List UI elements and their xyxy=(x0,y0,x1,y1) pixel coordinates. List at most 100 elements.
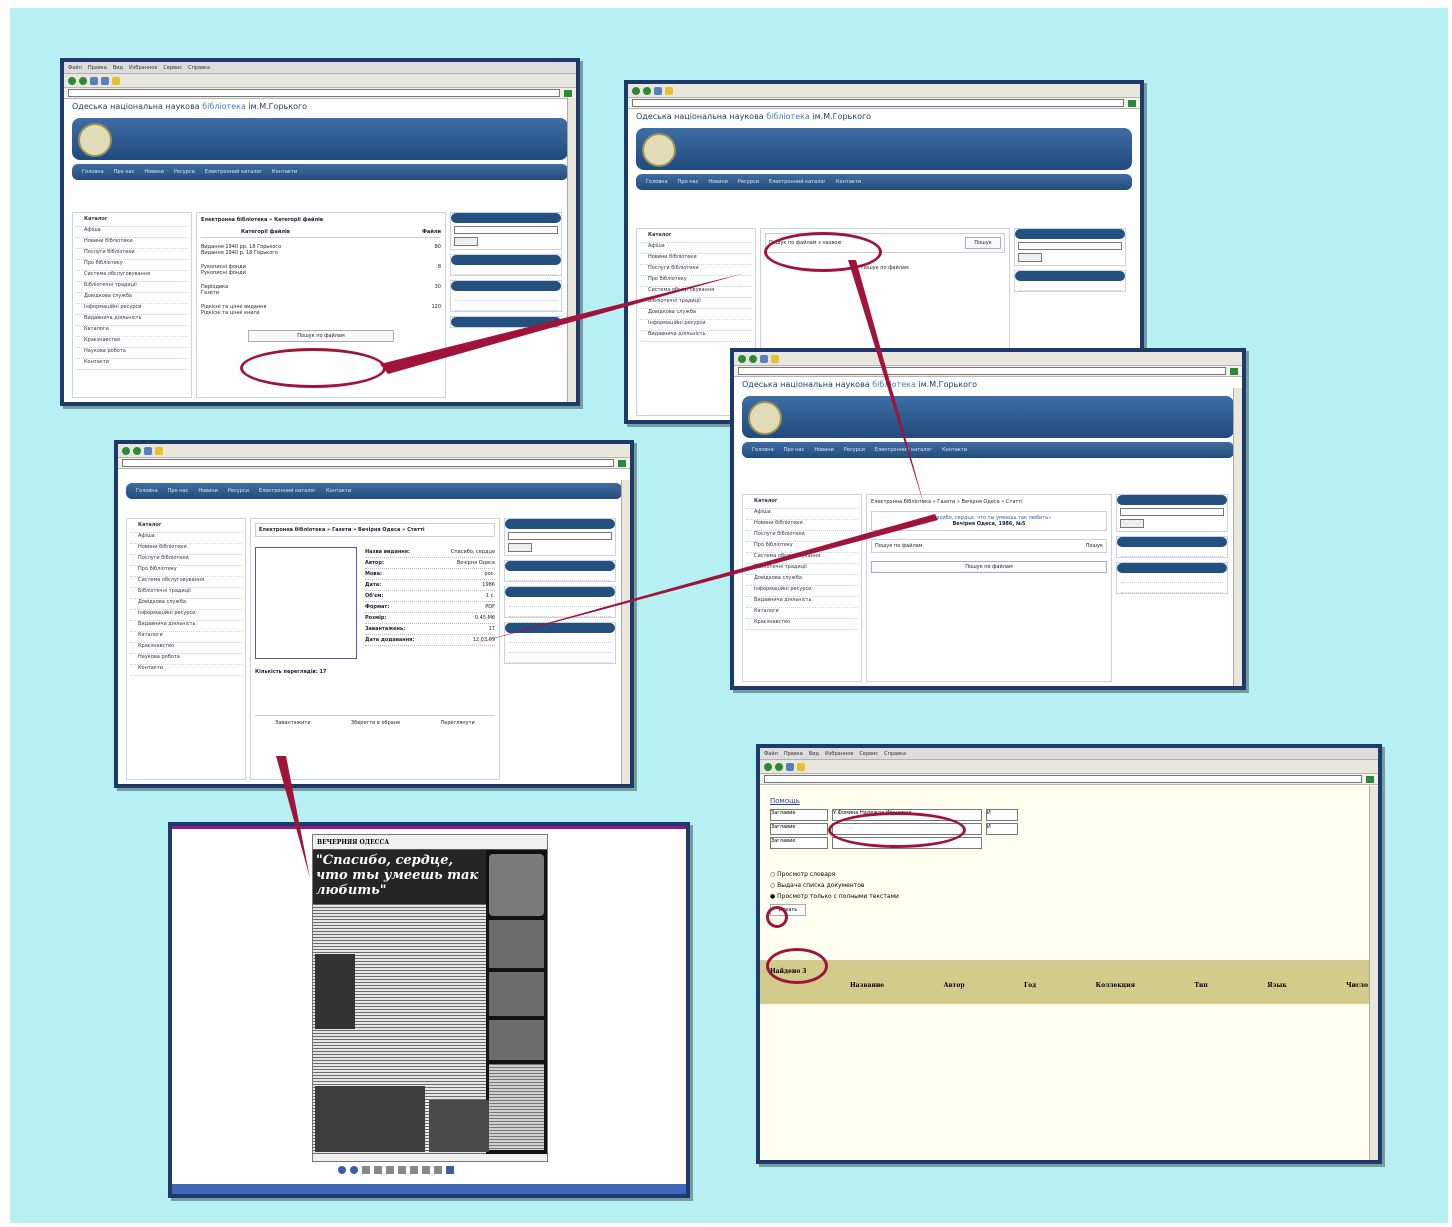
sidebar-item[interactable]: Каталоги xyxy=(76,326,188,337)
viewer-tool-icon[interactable] xyxy=(350,1166,358,1174)
sidebar-item[interactable]: Довідкова служба xyxy=(746,575,858,586)
sidebar-item[interactable]: Система обслуговування xyxy=(746,553,858,564)
search-input[interactable] xyxy=(1120,508,1224,516)
col-header[interactable]: Тип xyxy=(1194,982,1207,989)
sidebar-item[interactable]: Система обслуговування xyxy=(130,577,242,588)
nav-item[interactable]: Про нас xyxy=(784,447,805,453)
sidebar-item[interactable]: Каталог xyxy=(76,216,188,227)
refresh-icon[interactable] xyxy=(786,762,794,771)
viewer-tool-icon[interactable] xyxy=(446,1166,454,1174)
nav-item[interactable]: Електронний каталог xyxy=(259,488,316,494)
menu-item[interactable]: Справка xyxy=(188,65,210,71)
address-input[interactable] xyxy=(738,367,1226,375)
menu-item[interactable]: Сервис xyxy=(163,65,182,71)
nav-item[interactable]: Новини xyxy=(144,169,164,175)
favorites-icon[interactable] xyxy=(112,76,120,85)
go-icon[interactable] xyxy=(1366,775,1374,783)
forward-icon[interactable] xyxy=(79,76,87,85)
refresh-icon[interactable] xyxy=(144,446,152,455)
menu-item[interactable]: Вид xyxy=(809,751,819,757)
search-input[interactable] xyxy=(1018,242,1122,250)
scrollbar[interactable] xyxy=(1369,786,1378,1160)
sidebar-item[interactable]: Видавнича діяльність xyxy=(640,331,752,342)
forward-icon[interactable] xyxy=(749,354,757,363)
nav-item[interactable]: Новини xyxy=(198,488,218,494)
nav-item[interactable]: Головна xyxy=(136,488,158,494)
nav-item[interactable]: Про нас xyxy=(114,169,135,175)
sidebar-item[interactable]: Видавнича діяльність xyxy=(76,315,188,326)
viewer-tool-icon[interactable] xyxy=(386,1166,394,1174)
search-button[interactable] xyxy=(1120,519,1144,528)
address-input[interactable] xyxy=(122,459,614,467)
sidebar-item[interactable]: Каталог xyxy=(746,498,858,509)
field-select[interactable]: Заглавие xyxy=(770,837,828,849)
back-icon[interactable] xyxy=(632,86,640,95)
sidebar-item[interactable]: Наукова робота xyxy=(76,348,188,359)
go-icon[interactable] xyxy=(1230,367,1238,375)
nav-item[interactable]: Головна xyxy=(646,179,668,185)
scrollbar[interactable] xyxy=(1233,388,1242,686)
sidebar-item[interactable]: Каталоги xyxy=(130,632,242,643)
viewer-tool-icon[interactable] xyxy=(422,1166,430,1174)
nav-item[interactable]: Ресурси xyxy=(738,179,759,185)
search-input[interactable] xyxy=(454,226,558,234)
sidebar-item[interactable]: Афіша xyxy=(76,227,188,238)
menu-item[interactable]: Файл xyxy=(764,751,778,757)
favorites-icon[interactable] xyxy=(155,446,163,455)
table-row[interactable]: Періодика Газети 30 xyxy=(201,284,441,296)
field-select[interactable]: Заглавие xyxy=(770,809,828,821)
sidebar-item[interactable]: Каталоги xyxy=(746,608,858,619)
favorites-icon[interactable] xyxy=(797,762,805,771)
col-header[interactable]: Язык xyxy=(1267,982,1286,989)
viewer-tool-icon[interactable] xyxy=(374,1166,382,1174)
file-search-submit[interactable]: Пошук xyxy=(965,237,1001,249)
col-header[interactable]: Число xyxy=(1346,982,1368,989)
sidebar-item[interactable]: Новини бібліотеки xyxy=(76,238,188,249)
table-row[interactable]: Рукописні фонди Рукописні фонди 8 xyxy=(201,264,441,276)
sidebar-item[interactable]: Бібліотечні традиції xyxy=(76,282,188,293)
col-header[interactable]: Коллекция xyxy=(1096,982,1135,989)
menu-item[interactable]: Файл xyxy=(68,65,82,71)
refresh-icon[interactable] xyxy=(654,86,662,95)
col-header[interactable]: Название xyxy=(850,982,884,989)
search-button[interactable] xyxy=(508,543,532,552)
nav-item[interactable]: Головна xyxy=(752,447,774,453)
option-radio[interactable]: ● Просмотр только с полными текстами xyxy=(770,893,1368,900)
nav-item[interactable]: Про нас xyxy=(678,179,699,185)
stop-icon[interactable] xyxy=(90,76,98,85)
nav-item[interactable]: Ресурси xyxy=(228,488,249,494)
sidebar-item[interactable]: Інформаційні ресурси xyxy=(130,610,242,621)
search-input[interactable] xyxy=(508,532,612,540)
add-favorite-link[interactable]: Зберегти в обране xyxy=(351,720,400,726)
address-input[interactable] xyxy=(632,99,1124,107)
sidebar-item[interactable]: Система обслуговування xyxy=(640,287,752,298)
sidebar-item[interactable]: Інформаційні ресурси xyxy=(76,304,188,315)
nav-item[interactable]: Ресурси xyxy=(844,447,865,453)
sidebar-item[interactable]: Довідкова служба xyxy=(76,293,188,304)
viewer-tool-icon[interactable] xyxy=(434,1166,442,1174)
sidebar-item[interactable]: Контакти xyxy=(76,359,188,370)
sidebar-item[interactable]: Афіша xyxy=(640,243,752,254)
search-button[interactable] xyxy=(1018,253,1042,262)
help-link[interactable]: Помощь xyxy=(770,797,1368,805)
sidebar-item[interactable]: Афіша xyxy=(746,509,858,520)
search-button[interactable] xyxy=(454,237,478,246)
download-link[interactable]: Завантажити xyxy=(275,720,310,726)
viewer-tool-icon[interactable] xyxy=(398,1166,406,1174)
menu-item[interactable]: Вид xyxy=(113,65,123,71)
go-icon[interactable] xyxy=(1128,99,1136,107)
sidebar-item[interactable]: Про бібліотеку xyxy=(76,260,188,271)
menu-item[interactable]: Сервис xyxy=(859,751,878,757)
sidebar-item[interactable]: Інформаційні ресурси xyxy=(640,320,752,331)
view-link[interactable]: Переглянути xyxy=(441,720,475,726)
sidebar-item[interactable]: Система обслуговування xyxy=(76,271,188,282)
sidebar-item[interactable]: Наукова робота xyxy=(130,654,242,665)
sidebar-item[interactable]: Інформаційні ресурси xyxy=(746,586,858,597)
back-icon[interactable] xyxy=(764,762,772,771)
forward-icon[interactable] xyxy=(775,762,783,771)
sidebar-item[interactable]: Послуги бібліотеки xyxy=(130,555,242,566)
go-icon[interactable] xyxy=(564,89,572,97)
sidebar-item[interactable]: Каталог xyxy=(640,232,752,243)
go-icon[interactable] xyxy=(618,459,626,467)
sidebar-item[interactable]: Видавнича діяльність xyxy=(130,621,242,632)
